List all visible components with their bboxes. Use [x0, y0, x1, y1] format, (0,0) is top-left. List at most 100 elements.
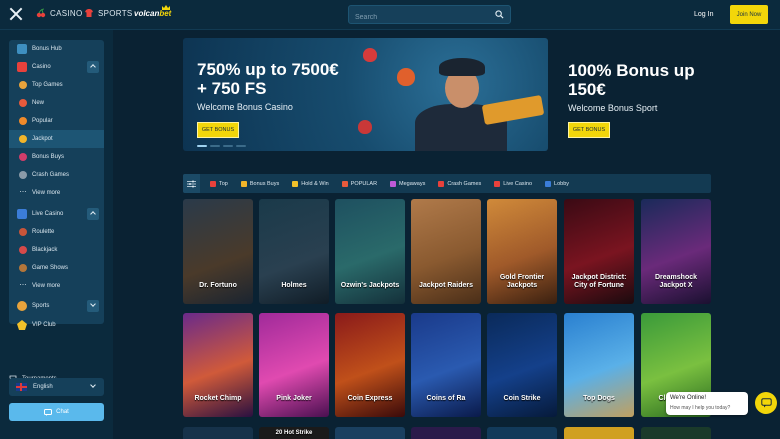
- sidebar-item-jackpot[interactable]: Jackpot: [9, 130, 104, 148]
- category-label: POPULAR: [350, 180, 378, 187]
- sidebar-item-bonus-hub[interactable]: Bonus Hub: [9, 40, 104, 58]
- sidebar-item-label: Casino: [32, 64, 51, 70]
- join-now-button[interactable]: Join Now: [730, 5, 768, 24]
- game-tile[interactable]: Dreamshock Jackpot X: [641, 199, 711, 304]
- game-tile[interactable]: Coin Strike: [487, 313, 557, 417]
- game-title: Coins of Ra: [426, 395, 466, 402]
- banner-title-line2: + 750 FS: [197, 79, 267, 98]
- casino-welcome-banner[interactable]: 750% up to 7500€ + 750 FS Welcome Bonus …: [183, 38, 548, 151]
- sidebar-item-game-shows[interactable]: Game Shows: [9, 259, 104, 277]
- chevron-down-icon[interactable]: [87, 381, 99, 393]
- sidebar-item-new[interactable]: New: [9, 94, 104, 112]
- game-tile[interactable]: Rocket Chimp: [183, 313, 253, 417]
- coin-bag-icon: [19, 135, 27, 143]
- chat-button[interactable]: Chat: [9, 403, 104, 421]
- category-label: Bonus Buys: [249, 180, 280, 187]
- nav-sports-link[interactable]: SPORTS: [84, 8, 133, 18]
- sidebar-item-top-games[interactable]: Top Games: [9, 76, 104, 94]
- carousel-dot[interactable]: [197, 145, 207, 147]
- sidebar-item-label: Jackpot: [32, 136, 53, 142]
- category-crash-games[interactable]: Crash Games: [438, 180, 481, 187]
- search-input[interactable]: [349, 9, 484, 26]
- sidebar-view-more-casino[interactable]: ⋯ View more: [9, 184, 104, 202]
- chevron-up-icon[interactable]: [87, 61, 99, 73]
- carousel-dot[interactable]: [210, 145, 220, 147]
- game-title: Pink Joker: [276, 395, 312, 402]
- language-selector[interactable]: English: [9, 378, 104, 396]
- live-chat-subtitle: How may I help you today?: [670, 405, 731, 411]
- sidebar-item-live-casino[interactable]: Live Casino: [9, 205, 104, 223]
- sidebar-item-label: Blackjack: [32, 247, 58, 253]
- sidebar: Bonus Hub Casino Top Games New Popular J…: [0, 30, 113, 439]
- category-live-casino[interactable]: Live Casino: [494, 180, 532, 187]
- get-bonus-button[interactable]: GET BONUS: [197, 122, 239, 138]
- nav-casino-link[interactable]: CASINO: [36, 8, 82, 18]
- get-bonus-button[interactable]: GET BONUS: [568, 122, 610, 138]
- banner-subtitle: Welcome Bonus Casino: [197, 102, 293, 112]
- game-tile[interactable]: Coin Express: [335, 313, 405, 417]
- live-chat-popup[interactable]: We're Online! How may I help you today?: [666, 392, 748, 415]
- live-chat-title: We're Online!: [670, 395, 707, 401]
- game-tile[interactable]: Jackpot District: City of Fortune: [564, 199, 634, 304]
- game-tile[interactable]: 20 Hot Strike: [259, 427, 329, 439]
- sidebar-item-vip-club[interactable]: VIP Club: [9, 316, 104, 334]
- game-tile[interactable]: Holmes: [259, 199, 329, 304]
- sidebar-view-more-live[interactable]: ⋯ View more: [9, 277, 104, 295]
- sidebar-item-casino[interactable]: Casino: [9, 58, 104, 76]
- chevron-down-icon[interactable]: [87, 300, 99, 312]
- game-tile[interactable]: Gold Frontier Jackpots: [487, 199, 557, 304]
- sidebar-item-label: Bonus Hub: [32, 46, 62, 52]
- game-tile[interactable]: [335, 427, 405, 439]
- carousel-dot[interactable]: [223, 145, 233, 147]
- sidebar-menu-card: Bonus Hub Casino Top Games New Popular J…: [9, 40, 104, 324]
- logo-text-a: volcan: [134, 9, 160, 18]
- banner-subtitle: Welcome Bonus Sport: [568, 103, 658, 113]
- sidebar-item-label: View more: [32, 190, 61, 196]
- carousel-dot[interactable]: [236, 145, 246, 147]
- game-tile[interactable]: Dr. Fortuno: [183, 199, 253, 304]
- game-tile[interactable]: Pink Joker: [259, 313, 329, 417]
- game-tile[interactable]: [183, 427, 253, 439]
- filter-button[interactable]: [183, 174, 200, 193]
- game-tile[interactable]: Ozwin's Jackpots: [335, 199, 405, 304]
- sidebar-item-roulette[interactable]: Roulette: [9, 223, 104, 241]
- game-tile[interactable]: Coins of Ra: [411, 313, 481, 417]
- sidebar-item-sports[interactable]: Sports: [9, 297, 104, 315]
- sidebar-item-label: Game Shows: [32, 265, 69, 271]
- sidebar-item-crash-games[interactable]: Crash Games: [9, 166, 104, 184]
- trophy-icon: [210, 180, 216, 187]
- game-title: Dreamshock Jackpot X: [654, 274, 698, 289]
- sidebar-item-bonus-buys[interactable]: Bonus Buys: [9, 148, 104, 166]
- game-tile[interactable]: Top Dogs: [564, 313, 634, 417]
- live-icon: [494, 180, 501, 187]
- category-lobby[interactable]: Lobby: [545, 180, 569, 187]
- game-tile[interactable]: [564, 427, 634, 439]
- chevron-up-icon[interactable]: [87, 208, 99, 220]
- game-tile[interactable]: [487, 427, 557, 439]
- sidebar-item-label: Live Casino: [32, 211, 64, 217]
- category-megaways[interactable]: Megaways: [390, 180, 425, 187]
- category-hold-win[interactable]: Hold & Win: [292, 180, 329, 187]
- sidebar-item-blackjack[interactable]: Blackjack: [9, 241, 104, 259]
- diamond-icon: [240, 180, 247, 187]
- category-top[interactable]: Top: [210, 180, 228, 187]
- sidebar-item-popular[interactable]: Popular: [9, 112, 104, 130]
- parachute-icon: [358, 120, 372, 134]
- search-icon[interactable]: [495, 10, 504, 19]
- game-title: Top Dogs: [583, 395, 615, 402]
- category-label: Hold & Win: [301, 180, 329, 187]
- live-chat-launcher[interactable]: [755, 392, 777, 414]
- game-tile[interactable]: [641, 427, 711, 439]
- sidebar-item-label: Roulette: [32, 229, 55, 235]
- brand-logo[interactable]: volcanbet: [134, 9, 171, 18]
- banner-title-line1: 750% up to 7500€: [197, 60, 339, 79]
- close-menu-icon[interactable]: [9, 7, 23, 21]
- category-popular[interactable]: POPULAR: [341, 180, 378, 187]
- parachute-icon: [397, 68, 415, 86]
- fire-icon: [19, 117, 27, 125]
- game-tile[interactable]: [411, 427, 481, 439]
- crown-icon: [162, 5, 170, 10]
- category-bonus-buys[interactable]: Bonus Buys: [240, 180, 280, 187]
- login-link[interactable]: Log In: [694, 11, 713, 18]
- game-tile[interactable]: Jackpot Raiders: [411, 199, 481, 304]
